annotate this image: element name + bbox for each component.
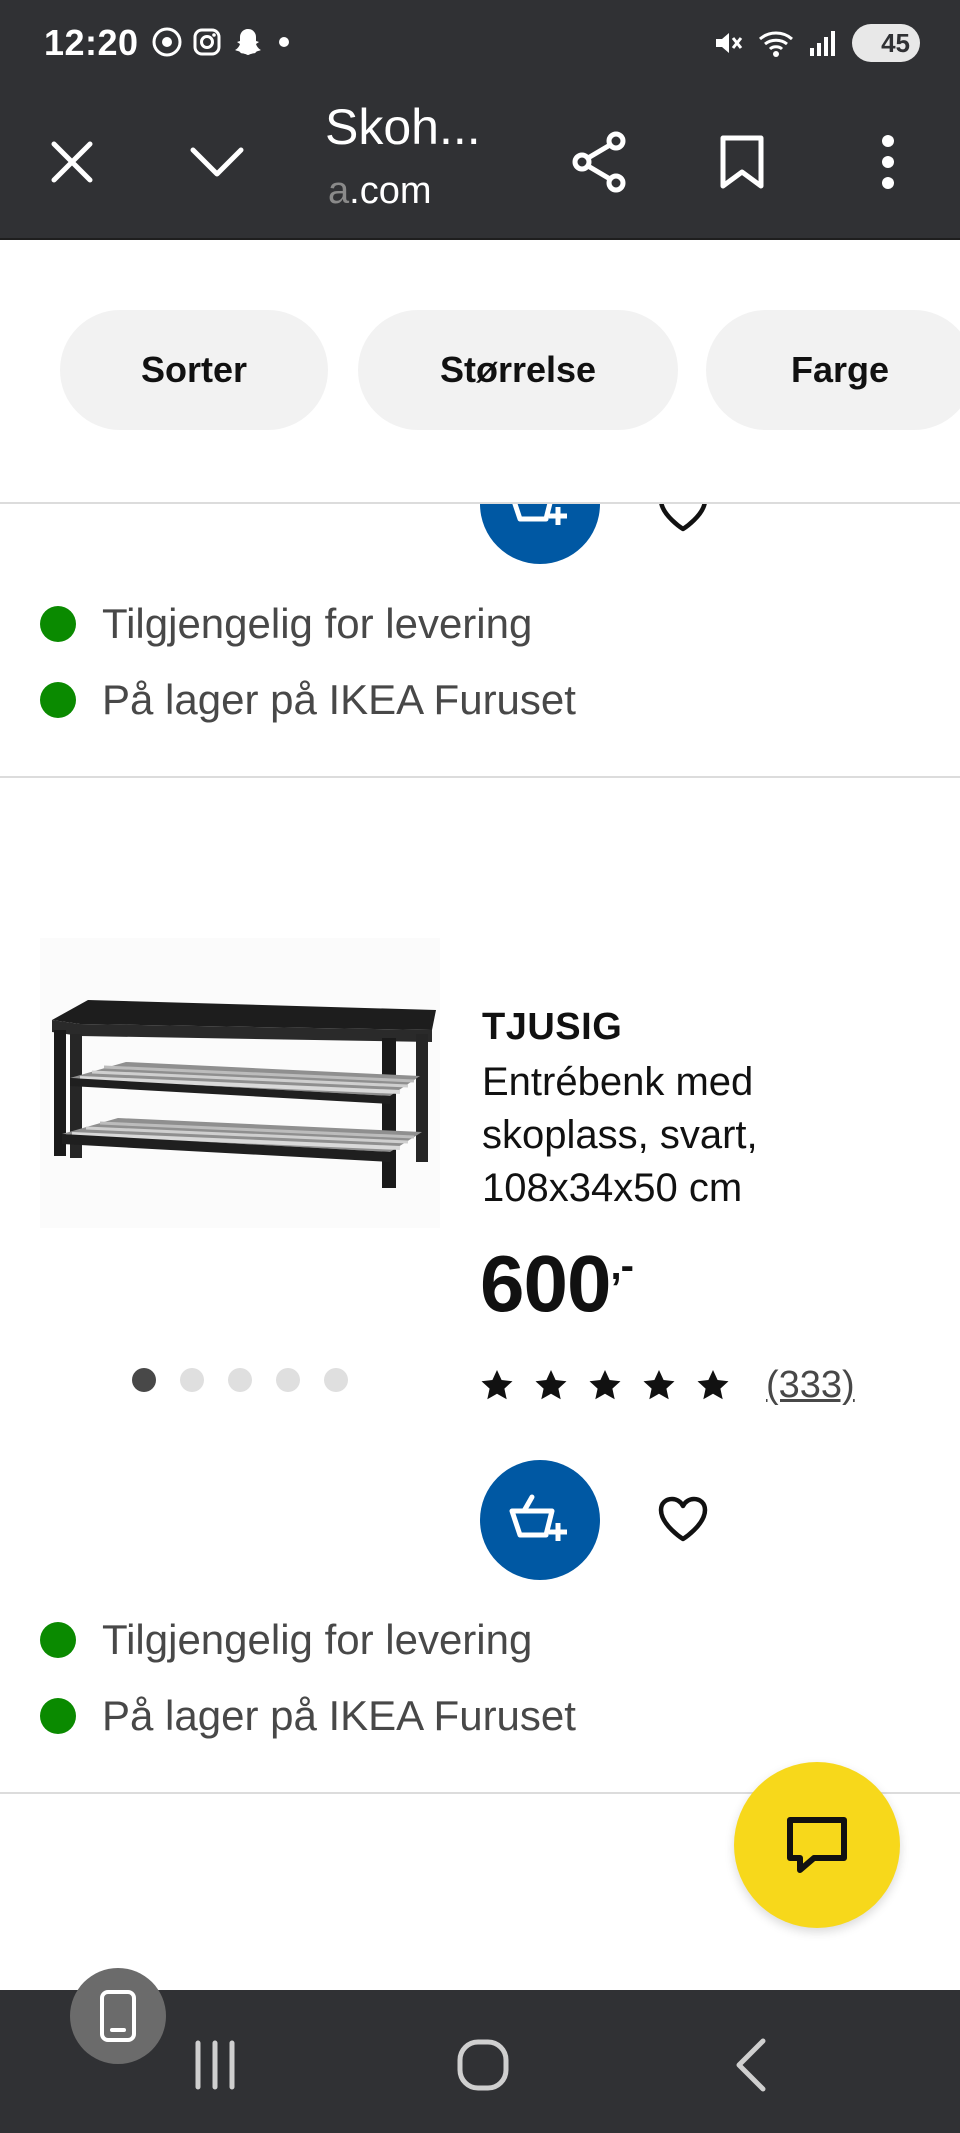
carousel-dot[interactable] [180, 1368, 204, 1392]
availability-store: På lager på IKEA Furuset [40, 676, 576, 724]
phone-icon [100, 1990, 136, 2042]
cart-add-icon [509, 1494, 567, 1541]
dot-icon [279, 37, 289, 47]
color-filter-chip[interactable]: Farge [706, 310, 960, 430]
minimize-button[interactable] [175, 120, 259, 204]
availability-store-text: På lager på IKEA Furuset [102, 676, 576, 723]
price-suffix: ,- [610, 1244, 633, 1288]
in-stock-dot-icon [40, 1622, 76, 1658]
add-to-cart-button[interactable] [480, 1460, 600, 1580]
availability-delivery: Tilgjengelig for levering [40, 600, 532, 648]
add-to-cart-button[interactable] [480, 504, 600, 564]
wifi-icon [759, 31, 793, 57]
favorite-button[interactable] [648, 1484, 718, 1554]
product-name[interactable]: TJUSIG [482, 1006, 622, 1049]
star-icon [697, 1370, 729, 1400]
star-icon [589, 1370, 621, 1400]
page-title: Skoh... [325, 99, 481, 155]
rating-count-link[interactable]: (333) [766, 1364, 855, 1407]
carousel-dot[interactable] [132, 1368, 156, 1392]
product-card-previous: Tilgjengelig for levering På lager på IK… [0, 504, 960, 778]
carousel-dot[interactable] [276, 1368, 300, 1392]
more-options-button[interactable] [846, 120, 930, 204]
status-time: 12:20 [44, 22, 139, 63]
browser-toolbar: Skoh... a.com [0, 90, 960, 240]
favorite-button[interactable] [648, 504, 718, 544]
product-image[interactable] [40, 938, 440, 1228]
availability-delivery-text: Tilgjengelig for levering [102, 600, 533, 647]
snapchat-icon [235, 29, 261, 55]
chrome-icon [152, 27, 182, 57]
image-carousel-dots [132, 1368, 348, 1392]
size-filter-chip[interactable]: Størrelse [358, 310, 678, 430]
heart-icon [658, 1496, 708, 1542]
in-stock-dot-icon [40, 682, 76, 718]
availability-delivery: Tilgjengelig for levering [40, 1616, 532, 1664]
rating-stars [480, 1368, 730, 1402]
close-tab-button[interactable] [30, 120, 114, 204]
url-faded-part: a [328, 170, 350, 212]
carousel-dot[interactable] [228, 1368, 252, 1392]
product-price: 600,- [480, 1238, 634, 1330]
home-button[interactable] [438, 2020, 528, 2110]
star-icon [535, 1370, 567, 1400]
recent-apps-icon [195, 2040, 235, 2090]
battery-indicator: 45 [852, 24, 920, 62]
availability-delivery-text: Tilgjengelig for levering [102, 1616, 533, 1663]
page-url: a.com [328, 170, 432, 213]
in-stock-dot-icon [40, 606, 76, 642]
instagram-icon [193, 28, 221, 56]
carousel-dot[interactable] [324, 1368, 348, 1392]
heart-icon [659, 504, 707, 532]
sort-chip[interactable]: Sorter [60, 310, 328, 430]
share-icon [572, 131, 626, 193]
cart-add-icon [512, 504, 567, 525]
price-value: 600 [480, 1239, 611, 1328]
mute-icon [716, 33, 743, 53]
close-icon [51, 141, 93, 183]
star-icon [481, 1370, 513, 1400]
more-vertical-icon [882, 135, 894, 189]
recent-apps-button[interactable] [170, 2020, 260, 2110]
status-system-icons: 45 [712, 24, 920, 62]
in-stock-dot-icon [40, 1698, 76, 1734]
bookmark-icon [720, 135, 764, 189]
filter-bar: Sorter Størrelse Farge [0, 240, 960, 504]
home-icon [457, 2039, 509, 2091]
chevron-down-icon [190, 147, 244, 177]
product-description[interactable]: Entrébenk med skoplass, svart, 108x34x50… [482, 1056, 912, 1215]
status-bar: 12:20 45 [0, 0, 960, 90]
battery-level: 45 [881, 27, 910, 58]
back-icon [736, 2038, 766, 2092]
back-button[interactable] [706, 2020, 796, 2110]
share-button[interactable] [558, 120, 642, 204]
chat-icon [787, 1817, 847, 1873]
chat-button[interactable] [734, 1762, 900, 1928]
bookmark-button[interactable] [700, 120, 784, 204]
signal-icon [810, 31, 835, 56]
star-icon [643, 1370, 675, 1400]
status-notification-icons [152, 26, 294, 58]
floating-device-button[interactable] [70, 1968, 166, 2064]
url-main-part: .com [349, 170, 432, 212]
availability-store-text: På lager på IKEA Furuset [102, 1692, 576, 1739]
product-card[interactable]: TJUSIG Entrébenk med skoplass, svart, 10… [0, 778, 960, 1794]
availability-store: På lager på IKEA Furuset [40, 1692, 576, 1740]
